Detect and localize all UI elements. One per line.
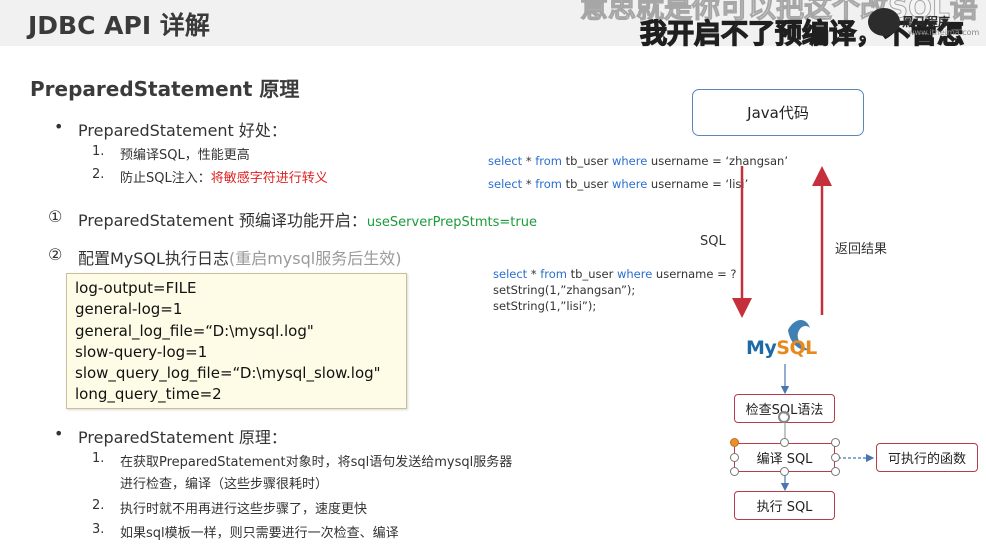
java-code-box: Java代码 (692, 89, 864, 136)
mysql-logo-my: My (746, 337, 777, 359)
mysql-logo: MySQL (746, 337, 817, 359)
resize-handle[interactable] (730, 467, 739, 476)
executable-function-box: 可执行的函数 (876, 443, 978, 472)
return-result-label: 返回结果 (835, 242, 888, 257)
resize-handle[interactable] (831, 453, 840, 462)
mysql-logo-sql: SQL (776, 337, 817, 359)
resize-handle[interactable] (730, 438, 739, 447)
resize-handle[interactable] (831, 438, 840, 447)
resize-handle[interactable] (730, 453, 739, 462)
resize-handle[interactable] (780, 438, 789, 447)
resize-handle[interactable] (831, 467, 840, 476)
rotate-handle-icon[interactable] (778, 411, 790, 423)
resize-handle[interactable] (780, 467, 789, 476)
sql-arrow-label: SQL (700, 234, 726, 249)
execute-sql-box: 执行 SQL (734, 491, 835, 520)
